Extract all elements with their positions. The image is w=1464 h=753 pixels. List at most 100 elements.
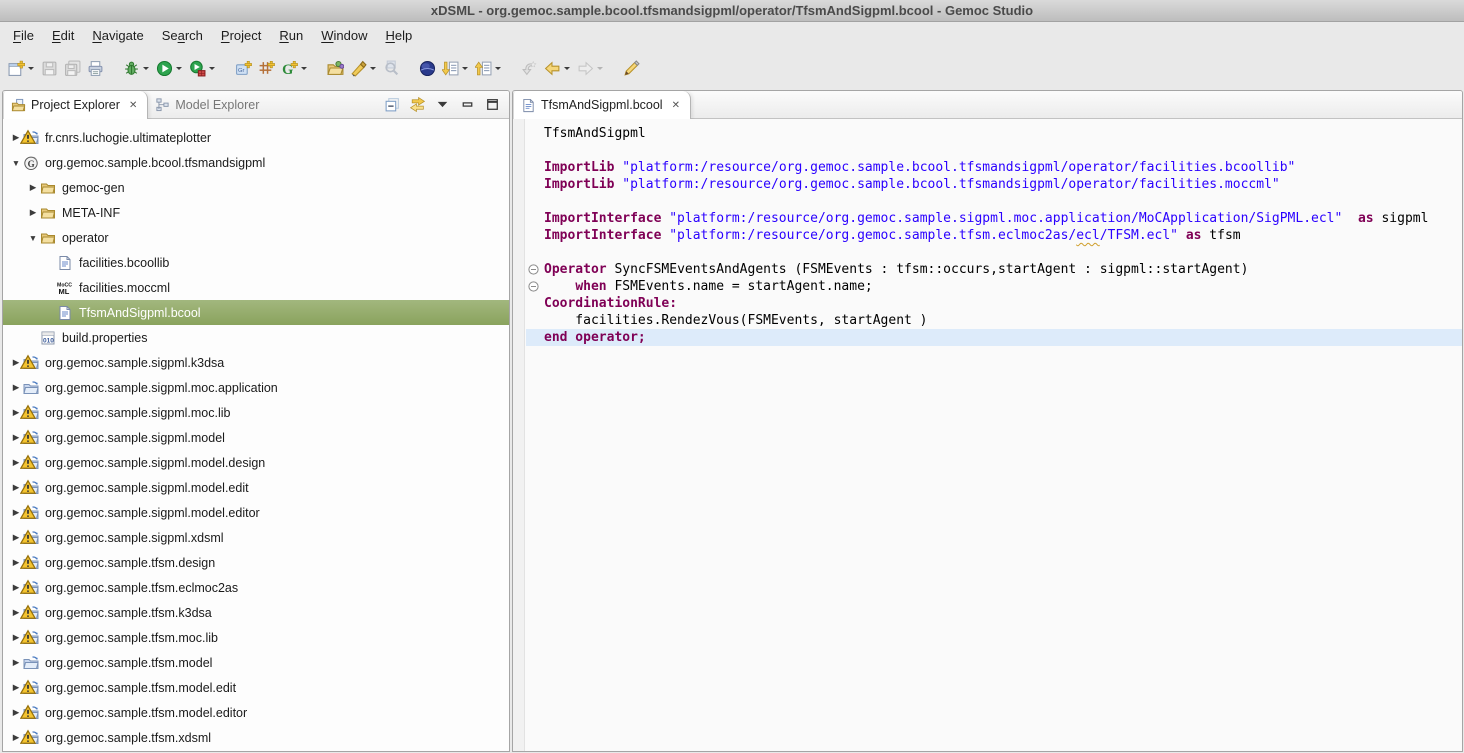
expand-arrow[interactable]: ▶ [26,182,40,193]
expand-arrow[interactable]: ▶ [9,657,23,668]
tree-item-label: org.gemoc.sample.tfsm.model.edit [45,681,236,695]
tree-item-build-properties[interactable]: 010build.properties [3,325,509,350]
next-annotation-icon [442,60,459,77]
menu-window[interactable]: Window [312,25,376,46]
debug-button[interactable] [121,55,152,81]
view-menu-button[interactable] [434,96,451,113]
tree-item-gemoc-gen[interactable]: ▶gemoc-gen [3,175,509,200]
tree-item-org-gemoc-sample-tfsm-model-editor[interactable]: ▶org.gemoc.sample.tfsm.model.editor [3,700,509,725]
tree-item-org-gemoc-sample-tfsm-xdsml[interactable]: ▶org.gemoc.sample.tfsm.xdsml [3,725,509,750]
menu-navigate[interactable]: Navigate [83,25,152,46]
tree-item-org-gemoc-sample-sigpml-model-design[interactable]: ▶org.gemoc.sample.sigpml.model.design [3,450,509,475]
new-icon [8,60,25,77]
new-grid-button[interactable] [256,55,277,81]
tree-item-fr-cnrs-luchogie-ultimateplotter[interactable]: ▶fr.cnrs.luchogie.ultimateplotter [3,125,509,150]
code-token: TfsmAndSigpml [544,126,646,141]
run-last-button-dropdown[interactable] [209,67,215,73]
tree-item-tfsmandsigpml-bcool[interactable]: TfsmAndSigpml.bcool [3,300,509,325]
print-button[interactable] [85,55,106,81]
tree-item-org-gemoc-sample-sigpml-k3dsa[interactable]: ▶org.gemoc.sample.sigpml.k3dsa [3,350,509,375]
back-button-dropdown[interactable] [564,67,570,73]
next-annotation-button-dropdown[interactable] [462,67,468,73]
tab-project-explorer[interactable]: Project Explorer ✕ [3,91,148,119]
tree-item-label: org.gemoc.sample.sigpml.model [45,431,225,445]
tree-item-org-gemoc-sample-sigpml-model-editor[interactable]: ▶org.gemoc.sample.sigpml.model.editor [3,500,509,525]
tree-item-facilities-bcoollib[interactable]: facilities.bcoollib [3,250,509,275]
tree-item-meta-inf[interactable]: ▶META-INF [3,200,509,225]
tree-item-org-gemoc-sample-tfsm-design[interactable]: ▶org.gemoc.sample.tfsm.design [3,550,509,575]
tab-label: Project Explorer [31,98,120,112]
tree-item-label: org.gemoc.sample.sigpml.model.editor [45,506,260,520]
run-button-dropdown[interactable] [176,67,182,73]
tree-item-org-gemoc-sample-tfsm-model[interactable]: ▶org.gemoc.sample.tfsm.model [3,650,509,675]
open-artifact-button[interactable] [325,55,346,81]
tree-item-operator[interactable]: ▼operator [3,225,509,250]
back-button[interactable] [542,55,573,81]
expand-arrow[interactable]: ▼ [9,158,23,168]
new-sirius-button[interactable]: Gr [233,55,254,81]
code-token: CoordinationRule: [544,296,677,311]
collapse-all-button[interactable] [384,96,401,113]
tree-item-label: org.gemoc.sample.sigpml.k3dsa [45,356,224,370]
project-icon [23,680,40,696]
menu-search[interactable]: Search [153,25,212,46]
maximize-button[interactable] [484,96,501,113]
tree-item-org-gemoc-sample-tfsm-eclmoc2as[interactable]: ▶org.gemoc.sample.tfsm.eclmoc2as [3,575,509,600]
tree-item-facilities-moccml[interactable]: MoCCMLfacilities.moccml [3,275,509,300]
editor-tab-tfsmandsigpml-bcool[interactable]: TfsmAndSigpml.bcool✕ [513,91,691,119]
tree-item-org-gemoc-sample-bcool-tfsmandsigpml[interactable]: ▼Gorg.gemoc.sample.bcool.tfsmandsigpml [3,150,509,175]
tree-item-org-gemoc-sample-sigpml-moc-lib[interactable]: ▶org.gemoc.sample.sigpml.moc.lib [3,400,509,425]
code-editor[interactable]: TfsmAndSigpmlImportLib "platform:/resour… [526,125,1462,346]
expand-arrow[interactable]: ▶ [9,382,23,393]
menu-run[interactable]: Run [270,25,312,46]
menu-edit[interactable]: Edit [43,25,83,46]
code-line [526,193,1462,210]
next-annotation-button[interactable] [440,55,471,81]
new-button[interactable] [6,55,37,81]
browser-button[interactable] [417,55,438,81]
tree-item-org-gemoc-sample-tfsm-k3dsa[interactable]: ▶org.gemoc.sample.tfsm.k3dsa [3,600,509,625]
gemoc-button-dropdown[interactable] [301,67,307,73]
tree-item-org-gemoc-sample-sigpml-moc-application[interactable]: ▶org.gemoc.sample.sigpml.moc.application [3,375,509,400]
warning-overlay-icon [20,404,36,423]
editor-vertical-ruler[interactable] [513,119,525,751]
code-line: when FSMEvents.name = startAgent.name; [526,278,1462,295]
editor-tabbar: TfsmAndSigpml.bcool✕ [513,91,1462,119]
code-line: Operator SyncFSMEventsAndAgents (FSMEven… [526,261,1462,278]
tree-item-org-gemoc-sample-sigpml-xdsml[interactable]: ▶org.gemoc.sample.sigpml.xdsml [3,525,509,550]
tree-item-label: facilities.moccml [79,281,170,295]
marker-button[interactable] [348,55,379,81]
tree-item-label: org.gemoc.sample.tfsm.model.editor [45,706,247,720]
tab-close-icon[interactable]: ✕ [127,99,139,112]
run-button[interactable] [154,55,185,81]
tree-item-org-gemoc-sample-tfsm-model-edit[interactable]: ▶org.gemoc.sample.tfsm.model.edit [3,675,509,700]
run-last-button[interactable] [187,55,218,81]
menu-help[interactable]: Help [376,25,421,46]
debug-button-dropdown[interactable] [143,67,149,73]
code-token: ImportInterface [544,228,661,243]
menu-project[interactable]: Project [212,25,270,46]
expand-arrow[interactable]: ▶ [26,207,40,218]
pencil-button[interactable] [621,55,642,81]
tree-item-org-gemoc-sample-sigpml-model[interactable]: ▶org.gemoc.sample.sigpml.model [3,425,509,450]
tree-item-org-gemoc-sample-tfsm-moc-lib[interactable]: ▶org.gemoc.sample.tfsm.moc.lib [3,625,509,650]
prev-annotation-button-dropdown[interactable] [495,67,501,73]
link-editor-button[interactable] [409,96,426,113]
tab-model-explorer[interactable]: Model Explorer [148,91,267,118]
project-icon [23,605,40,621]
forward-button [575,55,606,81]
expand-arrow[interactable]: ▼ [26,233,40,243]
code-token [1178,228,1186,243]
new-button-dropdown[interactable] [28,67,34,73]
minimize-button[interactable] [459,96,476,113]
gemoc-studio-window: xDSML - org.gemoc.sample.bcool.tfsmandsi… [0,0,1464,753]
properties-file-icon: 010 [40,330,57,346]
prev-annotation-button[interactable] [473,55,504,81]
menu-file[interactable]: File [4,25,43,46]
tree-item-org-gemoc-sample-sigpml-model-edit[interactable]: ▶org.gemoc.sample.sigpml.model.edit [3,475,509,500]
marker-button-dropdown[interactable] [370,67,376,73]
warning-overlay-icon [20,679,36,698]
warning-overlay-icon [20,629,36,648]
gemoc-button[interactable]: G [279,55,310,81]
tab-close-icon[interactable]: ✕ [670,99,682,112]
